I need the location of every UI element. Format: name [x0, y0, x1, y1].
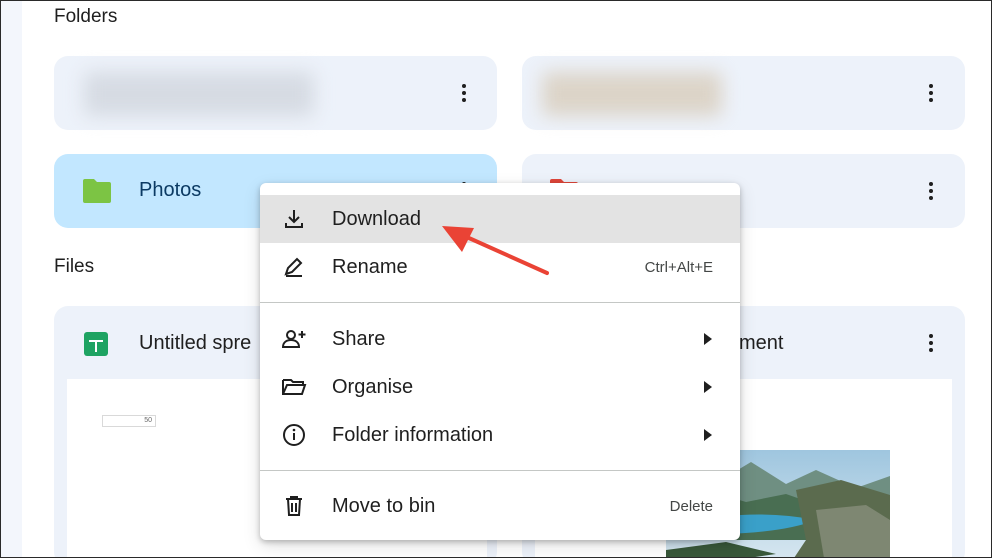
file-name: Untitled spre — [139, 332, 252, 354]
more-options-icon[interactable] — [452, 81, 476, 105]
info-icon — [283, 424, 305, 446]
files-heading: Files — [54, 256, 95, 277]
menu-divider — [260, 302, 740, 303]
menu-item-move-to-bin[interactable]: Move to bin Delete — [260, 482, 740, 530]
menu-divider — [260, 470, 740, 471]
submenu-arrow-icon — [704, 333, 712, 345]
spreadsheet-cell: 50 — [102, 415, 156, 427]
folders-heading: Folders — [54, 6, 118, 27]
menu-item-label: Folder information — [332, 423, 494, 446]
menu-item-label: Organise — [332, 375, 414, 398]
more-options-icon[interactable] — [919, 331, 943, 355]
folder-open-icon — [282, 379, 307, 395]
trash-icon — [286, 496, 302, 516]
menu-item-label: Rename — [332, 255, 408, 278]
folder-icon — [83, 179, 111, 203]
folder-card-2[interactable] — [522, 56, 965, 130]
menu-item-label: Download — [332, 207, 421, 230]
folder-name-photos: Photos — [139, 179, 202, 201]
submenu-arrow-icon — [704, 381, 712, 393]
red-arrow-icon — [442, 226, 549, 275]
menu-item-shortcut: Ctrl+Alt+E — [644, 258, 713, 276]
file-name: ment — [739, 332, 784, 354]
menu-item-share[interactable]: Share — [260, 315, 740, 363]
left-sidebar-strip — [0, 0, 22, 558]
rename-icon — [284, 257, 303, 277]
blurred-folder-name — [84, 72, 314, 116]
submenu-arrow-icon — [704, 429, 712, 441]
folder-card-1[interactable] — [54, 56, 497, 130]
menu-item-folder-information[interactable]: Folder information — [260, 411, 740, 459]
menu-item-organise[interactable]: Organise — [260, 363, 740, 411]
more-options-icon[interactable] — [919, 81, 943, 105]
download-icon — [285, 210, 303, 228]
menu-item-label: Move to bin — [332, 494, 436, 517]
google-sheets-icon — [84, 332, 108, 356]
share-icon — [281, 330, 306, 348]
blurred-folder-name — [542, 72, 722, 116]
menu-item-label: Share — [332, 327, 386, 350]
more-options-icon[interactable] — [919, 179, 943, 203]
menu-item-shortcut: Delete — [669, 497, 713, 515]
